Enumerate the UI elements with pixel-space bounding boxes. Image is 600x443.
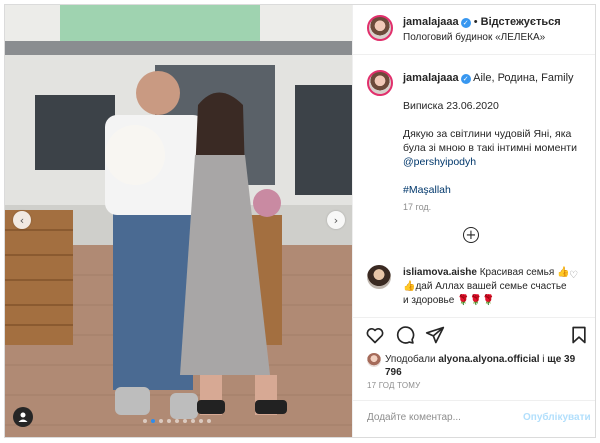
carousel-dot[interactable] xyxy=(207,419,211,423)
caption-body: Виписка 23.06.2020 Дякую за світлини чуд… xyxy=(403,99,585,211)
comment-text: isliamova.aishe Красивая семья 👍👍дай Алл… xyxy=(403,266,573,308)
action-bar xyxy=(353,317,595,351)
post-timestamp[interactable]: 17 ГОД ТОМУ xyxy=(367,381,420,390)
likes-middle: і xyxy=(542,354,545,365)
caption-hashtag-line: #Maşallah xyxy=(403,183,585,197)
carousel-dot[interactable] xyxy=(191,419,195,423)
post-photo[interactable]: ‹ › xyxy=(5,5,352,437)
user-tag-icon[interactable] xyxy=(13,407,33,427)
author-username[interactable]: jamalajaaa xyxy=(403,16,459,28)
caption-paragraph-2-text: Дякую за світлини чудовій Яні, яка була … xyxy=(403,128,577,154)
carousel-dot[interactable] xyxy=(167,419,171,423)
liker-username[interactable]: alyona.alyona.official xyxy=(438,354,539,365)
likes-text: Уподобали alyona.alyona.official і ще 39… xyxy=(385,353,585,379)
caption-username[interactable]: jamalajaaa xyxy=(403,72,459,84)
speech-bubble-icon[interactable] xyxy=(395,325,415,345)
caption-head: jamalajaaa ✓ Aile, Родина, Family xyxy=(403,72,574,84)
location-link[interactable]: Пологовий будинок «ЛЕЛЕКА» xyxy=(403,32,545,43)
comment-item: isliamova.aishe Красивая семья 👍👍дай Алл… xyxy=(353,260,595,315)
chevron-right-icon[interactable]: › xyxy=(327,211,345,229)
likes-prefix: Уподобали xyxy=(385,354,436,365)
header-separator: • xyxy=(473,16,478,28)
carousel-dot[interactable] xyxy=(159,419,163,423)
hashtag-link[interactable]: #Maşallah xyxy=(403,184,451,196)
likes-summary: Уподобали alyona.alyona.official і ще 39… xyxy=(353,351,595,381)
paper-plane-icon[interactable] xyxy=(425,325,445,345)
carousel-dot[interactable] xyxy=(183,419,187,423)
heart-icon[interactable] xyxy=(365,325,385,345)
follow-button[interactable]: Відстежується xyxy=(481,16,561,28)
verified-badge-icon: ✓ xyxy=(460,74,471,84)
comment-input[interactable] xyxy=(367,412,517,423)
carousel-dot[interactable] xyxy=(175,419,179,423)
post-side-panel: jamalajaaa ✓ • Відстежується Пологовий бу… xyxy=(352,5,595,437)
plus-circle-icon[interactable]: + xyxy=(463,227,479,243)
carousel-indicator xyxy=(143,419,211,423)
author-avatar[interactable] xyxy=(367,15,393,41)
post-header: jamalajaaa ✓ • Відстежується Пологовий бу… xyxy=(353,5,595,55)
caption-paragraph-1: Виписка 23.06.2020 xyxy=(403,100,499,112)
liker-avatar[interactable] xyxy=(367,353,381,367)
post-modal: ‹ › jamalajaaa ✓ • Відстежується Пологови… xyxy=(4,4,596,438)
caption-avatar[interactable] xyxy=(367,70,393,96)
post-caption: jamalajaaa ✓ Aile, Родина, Family Виписка… xyxy=(353,55,595,257)
carousel-dot[interactable] xyxy=(143,419,147,423)
commenter-username[interactable]: isliamova.aishe xyxy=(403,267,477,278)
chevron-left-icon[interactable]: ‹ xyxy=(13,211,31,229)
caption-time: 17 год. xyxy=(403,202,432,212)
header-line: jamalajaaa ✓ • Відстежується xyxy=(403,16,561,28)
mention-link[interactable]: @pershyipodyh xyxy=(403,156,476,168)
verified-badge-icon: ✓ xyxy=(460,18,471,28)
carousel-dot[interactable] xyxy=(199,419,203,423)
carousel-dot[interactable] xyxy=(151,419,155,423)
caption-first-line: Aile, Родина, Family xyxy=(473,72,574,84)
caption-paragraph-2: Дякую за світлини чудовій Яні, яка була … xyxy=(403,127,585,169)
post-comment-button[interactable]: Опублікувати xyxy=(523,412,591,423)
bookmark-icon[interactable] xyxy=(569,325,589,345)
heart-icon[interactable]: ♡ xyxy=(569,270,578,281)
add-comment-bar: Опублікувати xyxy=(353,400,595,437)
photo-illustration xyxy=(5,5,352,437)
commenter-avatar[interactable] xyxy=(367,265,391,289)
